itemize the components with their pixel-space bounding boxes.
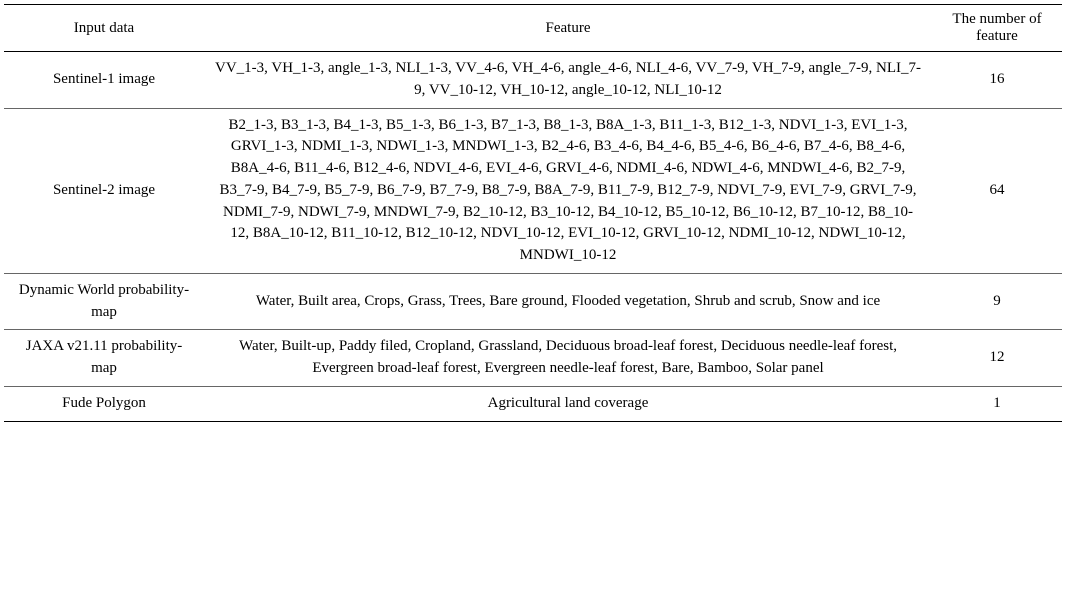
table-row: Fude Polygon Agricultural land coverage …: [4, 386, 1062, 421]
cell-count: 1: [932, 386, 1062, 421]
cell-count: 9: [932, 273, 1062, 330]
cell-count: 64: [932, 108, 1062, 273]
table-row: JAXA v21.11 probability-map Water, Built…: [4, 330, 1062, 387]
feature-table: Input data Feature The number of feature…: [4, 4, 1062, 422]
table-row: Dynamic World probability-map Water, Bui…: [4, 273, 1062, 330]
table-header-row: Input data Feature The number of feature: [4, 5, 1062, 52]
table-row: Sentinel-2 image B2_1-3, B3_1-3, B4_1-3,…: [4, 108, 1062, 273]
cell-input: Sentinel-1 image: [4, 52, 204, 109]
cell-feature: VV_1-3, VH_1-3, angle_1-3, NLI_1-3, VV_4…: [204, 52, 932, 109]
cell-input: Fude Polygon: [4, 386, 204, 421]
cell-count: 16: [932, 52, 1062, 109]
cell-feature: Water, Built area, Crops, Grass, Trees, …: [204, 273, 932, 330]
table-row: Sentinel-1 image VV_1-3, VH_1-3, angle_1…: [4, 52, 1062, 109]
cell-input: Dynamic World probability-map: [4, 273, 204, 330]
cell-count: 12: [932, 330, 1062, 387]
cell-feature: Water, Built-up, Paddy filed, Cropland, …: [204, 330, 932, 387]
header-feature: Feature: [204, 5, 932, 52]
cell-feature: B2_1-3, B3_1-3, B4_1-3, B5_1-3, B6_1-3, …: [204, 108, 932, 273]
cell-input: JAXA v21.11 probability-map: [4, 330, 204, 387]
cell-feature: Agricultural land coverage: [204, 386, 932, 421]
cell-input: Sentinel-2 image: [4, 108, 204, 273]
header-count: The number of feature: [932, 5, 1062, 52]
header-input: Input data: [4, 5, 204, 52]
